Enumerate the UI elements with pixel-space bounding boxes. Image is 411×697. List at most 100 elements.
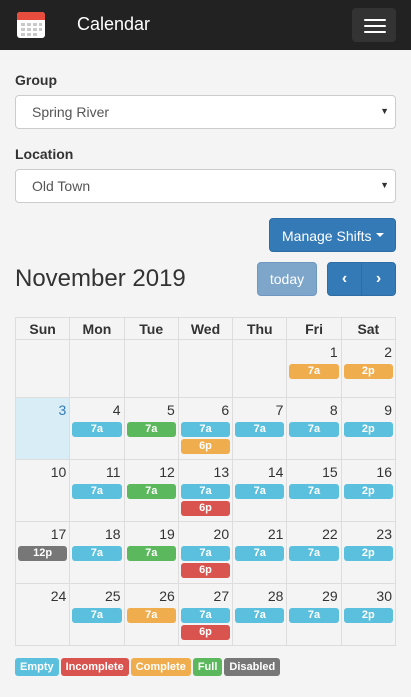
shift-event[interactable]: 7a [126, 422, 176, 437]
weekday-header: Tue [123, 317, 179, 340]
calendar-day-cell[interactable]: 7 7a [232, 397, 288, 460]
shift-event[interactable]: 12p [18, 546, 68, 561]
location-label: Location [15, 146, 74, 162]
shift-event[interactable]: 7a [289, 484, 339, 499]
calendar-grid: Sun Mon Tue Wed Thu Fri Sat 1 7a 2 2p 3 4 7a 5 7a 6 7a 6p… [14, 317, 397, 646]
calendar-day-cell[interactable]: 9 2p [340, 397, 397, 460]
calendar-day-cell[interactable]: 29 7a [286, 583, 342, 646]
calendar-day-cell[interactable]: 20 7a 6p [177, 521, 234, 584]
calendar-day-cell[interactable]: 6 7a 6p [177, 397, 234, 460]
calendar-empty-cell [123, 339, 179, 398]
manage-shifts-button[interactable]: Manage Shifts [269, 218, 396, 252]
day-number: 24 [50, 588, 67, 604]
calendar-day-cell[interactable]: 15 7a [286, 459, 342, 522]
calendar-day-cell[interactable]: 24 [14, 583, 71, 646]
legend-badge-full: Full [192, 658, 223, 676]
calendar-day-cell[interactable]: 28 7a [232, 583, 288, 646]
calendar-day-cell[interactable]: 1 7a [286, 339, 342, 398]
weekday-header: Sun [14, 317, 71, 340]
shift-event[interactable]: 7a [126, 484, 176, 499]
shift-event[interactable]: 7a [289, 422, 339, 437]
calendar-day-cell[interactable]: 10 [14, 459, 71, 522]
calendar-empty-cell [232, 339, 288, 398]
calendar-empty-cell [69, 339, 125, 398]
day-number: 5 [167, 402, 175, 418]
day-number: 23 [376, 526, 392, 542]
calendar-day-cell[interactable]: 11 7a [69, 459, 125, 522]
caret-down-icon: ▼ [380, 180, 389, 190]
shift-event[interactable]: 7a [180, 608, 231, 623]
shift-event[interactable]: 7a [180, 422, 231, 437]
day-number: 17 [50, 526, 67, 542]
shift-event[interactable]: 7a [126, 546, 176, 561]
today-button[interactable]: today [257, 262, 317, 296]
weekday-header: Fri [286, 317, 342, 340]
day-number: 26 [159, 588, 175, 604]
shift-event[interactable]: 6p [180, 563, 231, 578]
app-title[interactable]: Calendar [77, 13, 150, 35]
calendar-day-cell[interactable]: 22 7a [286, 521, 342, 584]
calendar-day-cell[interactable]: 18 7a [69, 521, 125, 584]
group-select-value: Spring River [32, 104, 110, 120]
shift-event[interactable]: 7a [235, 608, 285, 623]
calendar-day-cell[interactable]: 13 7a 6p [177, 459, 234, 522]
calendar-day-cell[interactable]: 12 7a [123, 459, 179, 522]
calendar-icon[interactable] [17, 11, 45, 39]
shift-event[interactable]: 6p [180, 625, 231, 640]
next-month-button[interactable]: › [361, 262, 396, 296]
day-number: 16 [376, 464, 392, 480]
shift-event[interactable]: 2p [343, 484, 393, 499]
shift-event[interactable]: 7a [180, 484, 231, 499]
shift-event[interactable]: 7a [72, 608, 122, 623]
shift-event[interactable]: 2p [343, 608, 393, 623]
calendar-day-cell[interactable]: 30 2p [340, 583, 397, 646]
location-select[interactable]: Old Town ▼ [15, 169, 396, 203]
shift-event[interactable]: 7a [235, 484, 285, 499]
calendar-day-cell[interactable]: 2 2p [340, 339, 397, 398]
calendar-day-cell[interactable]: 5 7a [123, 397, 179, 460]
calendar-week-row: 24 25 7a 26 7a 27 7a 6p 28 7a 29 7a 30 2p [14, 583, 397, 646]
shift-event[interactable]: 7a [235, 422, 285, 437]
shift-event[interactable]: 2p [343, 422, 393, 437]
calendar-day-cell[interactable]: 21 7a [232, 521, 288, 584]
day-number: 20 [213, 526, 230, 542]
chevron-left-icon: ‹ [341, 270, 348, 287]
day-number: 15 [322, 464, 338, 480]
shift-event[interactable]: 7a [289, 608, 339, 623]
group-select[interactable]: Spring River ▼ [15, 95, 396, 129]
calendar-day-cell[interactable]: 25 7a [69, 583, 125, 646]
weekday-header: Thu [232, 317, 288, 340]
shift-event[interactable]: 6p [180, 501, 231, 516]
shift-event[interactable]: 2p [343, 546, 393, 561]
navbar: Calendar [0, 0, 411, 50]
day-number: 9 [384, 402, 392, 418]
calendar-week-row: 1 7a 2 2p [14, 339, 397, 398]
shift-event[interactable]: 7a [72, 484, 122, 499]
shift-event[interactable]: 7a [72, 422, 122, 437]
shift-event[interactable]: 7a [235, 546, 285, 561]
shift-event[interactable]: 7a [72, 546, 122, 561]
calendar-day-cell[interactable]: 4 7a [69, 397, 125, 460]
prev-month-button[interactable]: ‹ [327, 262, 362, 296]
shift-event[interactable]: 6p [180, 439, 231, 454]
weekday-header-row: Sun Mon Tue Wed Thu Fri Sat [14, 317, 397, 340]
calendar-day-cell[interactable]: 3 [14, 397, 71, 460]
calendar-day-cell[interactable]: 14 7a [232, 459, 288, 522]
shift-event[interactable]: 2p [343, 364, 393, 379]
menu-toggle-button[interactable] [352, 8, 396, 42]
calendar-day-cell[interactable]: 19 7a [123, 521, 179, 584]
caret-down-icon [376, 233, 384, 237]
shift-event[interactable]: 7a [180, 546, 231, 561]
shift-event[interactable]: 7a [289, 546, 339, 561]
status-legend: Empty Incomplete Complete Full Disabled [15, 657, 282, 676]
calendar-day-cell[interactable]: 27 7a 6p [177, 583, 234, 646]
shift-event[interactable]: 7a [126, 608, 176, 623]
shift-event[interactable]: 7a [289, 364, 339, 379]
calendar-day-cell[interactable]: 16 2p [340, 459, 397, 522]
calendar-day-cell[interactable]: 23 2p [340, 521, 397, 584]
calendar-day-cell[interactable]: 26 7a [123, 583, 179, 646]
hamburger-menu-icon [364, 19, 386, 21]
day-number: 7 [275, 402, 284, 418]
calendar-day-cell[interactable]: 17 12p [14, 521, 71, 584]
calendar-day-cell[interactable]: 8 7a [286, 397, 342, 460]
